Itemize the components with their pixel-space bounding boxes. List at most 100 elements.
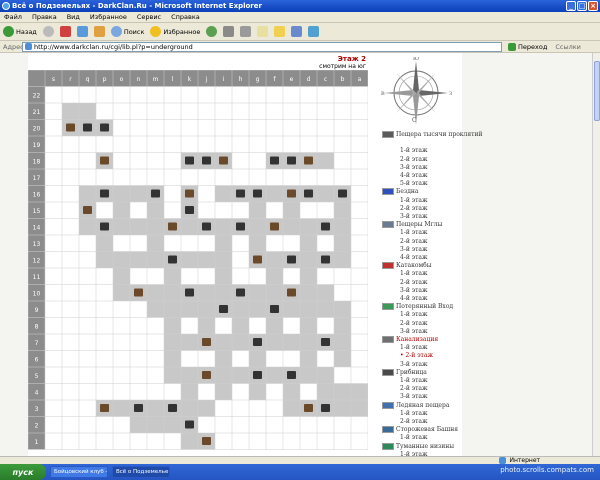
legend-dungeon[interactable]: Пещеры Мглы [382,221,442,229]
legend-level-link[interactable]: 1-й этаж [400,344,428,352]
back-button[interactable]: Назад [3,26,37,37]
print-button[interactable] [240,26,252,37]
monster-icon[interactable] [304,404,313,412]
legend-level-link[interactable]: 4-й этаж [400,172,428,180]
legend-level-link[interactable]: 2-й этаж [400,418,428,426]
legend-level-link[interactable]: 3-й этаж [400,164,428,172]
monster-icon[interactable] [287,255,296,264]
menu-help[interactable]: Справка [171,13,200,21]
monster-icon[interactable] [66,123,75,132]
legend-level-link[interactable]: 1-й этаж [400,229,428,237]
monster-icon[interactable] [219,156,228,165]
monster-icon[interactable] [253,338,262,346]
legend-dungeon[interactable]: Сторожевая Башня [382,426,458,434]
monster-icon[interactable] [253,371,262,379]
edit-button[interactable] [257,26,269,37]
extra-button[interactable] [308,26,320,37]
monster-icon[interactable] [134,288,143,297]
monster-icon[interactable] [321,255,330,264]
legend-level-link[interactable]: 2-й этаж [400,205,428,213]
monster-icon[interactable] [236,288,245,297]
monster-icon[interactable] [321,222,330,231]
favorites-button[interactable]: Избранное [150,26,200,37]
task-underground[interactable]: Всё о Подземелье -... [112,466,170,478]
monster-icon[interactable] [202,156,211,165]
monster-icon[interactable] [100,123,109,132]
legend-dungeon[interactable]: Грибница [382,368,427,377]
monster-icon[interactable] [185,156,194,165]
monster-icon[interactable] [270,305,279,313]
menu-file[interactable]: Файл [4,13,22,21]
scrollbar-thumb[interactable] [594,61,600,121]
vertical-scrollbar[interactable] [592,53,600,456]
monster-icon[interactable] [202,437,211,445]
task-fight-club[interactable]: Бойцовский клуб - M... [50,466,108,478]
links-label[interactable]: Ссылки [555,43,581,51]
monster-icon[interactable] [202,222,211,231]
legend-level-link[interactable]: 1-й этаж [400,147,428,155]
legend-level-link[interactable]: 2-й этаж [400,279,428,287]
monster-icon[interactable] [287,156,296,165]
legend-dungeon[interactable]: Катакомбы [382,262,432,270]
legend-level-link[interactable]: 4-й этаж [400,295,428,303]
menu-tools[interactable]: Сервис [137,13,161,21]
mail-button[interactable] [223,26,235,37]
close-button[interactable]: × [588,1,598,11]
menu-edit[interactable]: Правка [32,13,57,21]
monster-icon[interactable] [219,305,228,313]
legend-level-link[interactable]: 1-й этаж [400,311,428,319]
legend-dungeon[interactable]: Канализация [382,336,438,344]
monster-icon[interactable] [202,371,211,379]
legend-level-link[interactable]: • 2-й этаж [400,352,433,360]
monster-icon[interactable] [253,189,262,198]
legend-level-link[interactable]: 3-й этаж [400,246,428,254]
monster-icon[interactable] [338,189,347,198]
legend-dungeon[interactable]: Пещера тысячи проклятий [382,131,482,139]
search-button[interactable]: Поиск [110,26,144,37]
monster-icon[interactable] [100,404,109,412]
monster-icon[interactable] [134,404,143,412]
history-button[interactable] [206,26,218,37]
monster-icon[interactable] [304,189,313,198]
address-input[interactable]: http://www.darkclan.ru/cgi/lib.pl?p=unde… [22,41,502,52]
legend-level-link[interactable]: 3-й этаж [400,213,428,221]
monster-icon[interactable] [185,420,194,429]
legend-level-link[interactable]: 1-й этаж [400,197,428,205]
legend-dungeon[interactable]: Бездна [382,188,419,196]
forward-button[interactable] [42,26,54,37]
legend-level-link[interactable]: 2-й этаж [400,238,428,246]
monster-icon[interactable] [185,189,194,198]
legend-level-link[interactable]: 3-й этаж [400,287,428,295]
refresh-button[interactable] [76,26,88,37]
monster-icon[interactable] [168,404,177,412]
monster-icon[interactable] [270,156,279,165]
monster-icon[interactable] [100,156,109,165]
legend-level-link[interactable]: 1-й этаж [400,434,428,442]
monster-icon[interactable] [287,371,296,379]
monster-icon[interactable] [100,222,109,231]
monster-icon[interactable] [236,189,245,198]
messenger-button[interactable] [291,26,303,37]
legend-level-link[interactable]: 1-й этаж [400,270,428,278]
monster-icon[interactable] [168,222,177,231]
legend-dungeon[interactable]: Туманные низины [382,442,454,451]
maximize-button[interactable]: □ [577,1,587,11]
monster-icon[interactable] [83,206,92,214]
monster-icon[interactable] [270,222,279,231]
monster-icon[interactable] [287,288,296,297]
monster-icon[interactable] [83,123,92,132]
monster-icon[interactable] [236,222,245,231]
start-button[interactable]: пуск [0,464,46,480]
menu-favorites[interactable]: Избранное [90,13,127,21]
monster-icon[interactable] [321,338,330,346]
legend-level-link[interactable]: 3-й этаж [400,393,428,401]
monster-icon[interactable] [304,156,313,165]
legend-level-link[interactable]: 3-й этаж [400,361,428,369]
legend-level-link[interactable]: 1-й этаж [400,410,428,418]
menu-view[interactable]: Вид [67,13,80,21]
legend-level-link[interactable]: 2-й этаж [400,385,428,393]
monster-icon[interactable] [151,189,160,198]
monster-icon[interactable] [185,206,194,214]
stop-button[interactable] [59,26,71,37]
legend-level-link[interactable]: 4-й этаж [400,254,428,262]
